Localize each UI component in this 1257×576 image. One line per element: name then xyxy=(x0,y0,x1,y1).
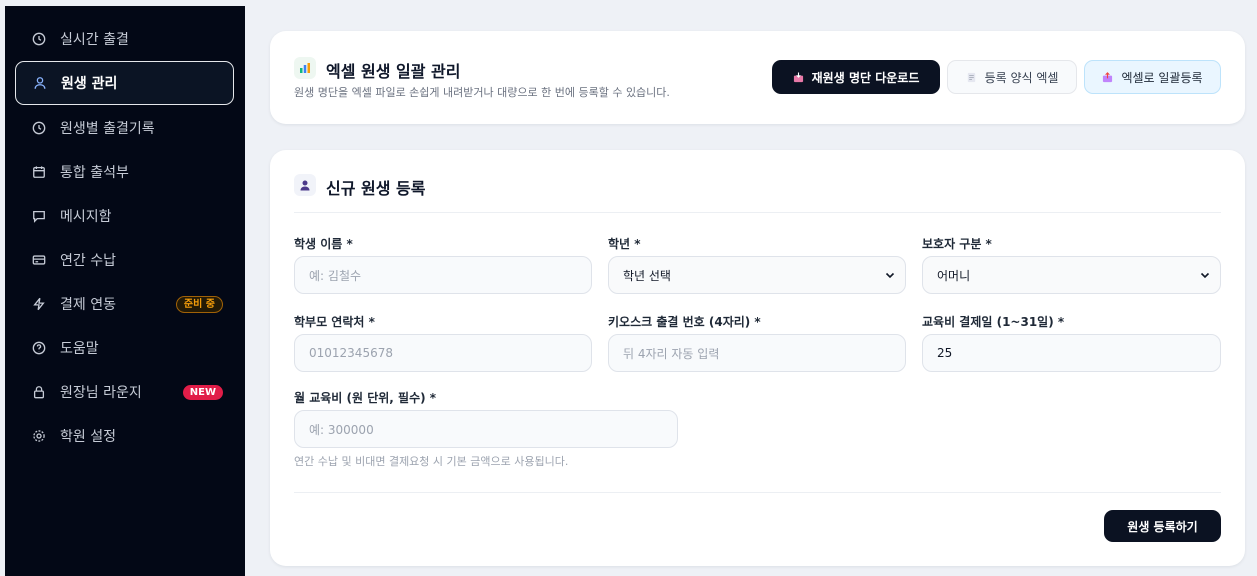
register-card-title: 신규 원생 등록 xyxy=(326,179,426,198)
student-name-label: 학생 이름 * xyxy=(294,237,353,251)
card-icon xyxy=(32,253,46,267)
calendar-icon xyxy=(32,165,46,179)
sidebar-item-label: 원생별 출결기록 xyxy=(60,121,155,137)
monthly-fee-label: 월 교육비 (원 단위, 필수) * xyxy=(294,391,437,405)
sidebar-item-settings[interactable]: 학원 설정 xyxy=(15,414,234,458)
clock-icon xyxy=(32,121,46,135)
kiosk-number-input[interactable]: 뒤 4자리 자동 입력 xyxy=(608,334,906,372)
sidebar-item-label: 결제 연동 xyxy=(60,297,116,313)
register-student-button[interactable]: 원생 등록하기 xyxy=(1104,510,1221,542)
template-excel-button[interactable]: 등록 양식 엑셀 xyxy=(947,60,1077,94)
download-roster-button[interactable]: 재원생 명단 다운로드 xyxy=(772,60,940,94)
excel-card-title: 엑셀 원생 일괄 관리 xyxy=(326,62,461,81)
sidebar: 실시간 출결 원생 관리 원생별 출결기록 통합 출석부 메시지함 연간 수납 … xyxy=(5,6,245,576)
sidebar-item-payment-integration[interactable]: 결제 연동 준비 중 xyxy=(15,282,234,326)
excel-management-card: 엑셀 원생 일괄 관리 원생 명단을 엑셀 파일로 손쉽게 내려받거나 대량으로… xyxy=(270,31,1245,124)
download-roster-label: 재원생 명단 다운로드 xyxy=(811,70,920,85)
bolt-icon xyxy=(32,297,46,311)
chevron-down-icon xyxy=(1200,270,1210,280)
sidebar-item-attendance-records[interactable]: 원생별 출결기록 xyxy=(15,106,234,150)
sidebar-item-label: 학원 설정 xyxy=(60,429,116,445)
parent-phone-label: 학부모 연락처 * xyxy=(294,315,375,329)
new-student-card: 신규 원생 등록 학생 이름 * 예: 김철수 학년 * 학년 선택 보호자 구… xyxy=(270,150,1245,566)
new-badge: NEW xyxy=(182,384,223,400)
parent-phone-input[interactable]: 01012345678 xyxy=(294,334,592,372)
lock-icon xyxy=(32,385,46,399)
monthly-fee-input[interactable]: 예: 300000 xyxy=(294,410,678,448)
payment-day-input[interactable]: 25 xyxy=(922,334,1221,372)
guardian-type-label: 보호자 구분 * xyxy=(922,237,992,251)
guardian-type-value: 어머니 xyxy=(937,268,971,283)
message-icon xyxy=(32,209,46,223)
sidebar-item-label: 연간 수납 xyxy=(60,253,116,269)
sidebar-item-label: 원생 관리 xyxy=(61,76,118,92)
guardian-type-select[interactable]: 어머니 xyxy=(922,256,1221,294)
sidebar-item-messages[interactable]: 메시지함 xyxy=(15,194,234,238)
sidebar-item-label: 통합 출석부 xyxy=(60,165,129,181)
kiosk-number-label: 키오스크 출결 번호 (4자리) * xyxy=(608,315,761,329)
divider xyxy=(294,212,1221,213)
grade-select-value: 학년 선택 xyxy=(623,268,671,283)
users-icon xyxy=(33,76,47,90)
bulk-upload-button[interactable]: 엑셀로 일괄등록 xyxy=(1084,60,1221,94)
template-excel-label: 등록 양식 엑셀 xyxy=(984,70,1059,85)
student-name-input[interactable]: 예: 김철수 xyxy=(294,256,592,294)
sidebar-item-label: 원장님 라운지 xyxy=(60,385,142,401)
spreadsheet-icon xyxy=(294,57,316,79)
chevron-down-icon xyxy=(885,270,895,280)
excel-card-description: 원생 명단을 엑셀 파일로 손쉽게 내려받거나 대량으로 한 번에 등록할 수 … xyxy=(294,86,670,99)
upload-icon xyxy=(1102,71,1113,83)
divider xyxy=(294,492,1221,493)
sidebar-item-live-attendance[interactable]: 실시간 출결 xyxy=(15,17,234,61)
bulk-upload-label: 엑셀로 일괄등록 xyxy=(1121,70,1203,85)
sidebar-item-label: 실시간 출결 xyxy=(60,32,129,48)
student-icon xyxy=(294,174,316,196)
sidebar-item-help[interactable]: 도움말 xyxy=(15,326,234,370)
sidebar-item-roster[interactable]: 통합 출석부 xyxy=(15,150,234,194)
gear-icon xyxy=(32,429,46,443)
help-icon xyxy=(32,341,46,355)
sidebar-item-lounge[interactable]: 원장님 라운지 NEW xyxy=(15,370,234,414)
sidebar-item-label: 도움말 xyxy=(60,341,99,357)
monthly-fee-hint: 연간 수납 및 비대면 결제요청 시 기본 금액으로 사용됩니다. xyxy=(294,455,569,468)
grade-select[interactable]: 학년 선택 xyxy=(608,256,906,294)
sidebar-item-student-management[interactable]: 원생 관리 xyxy=(15,61,234,105)
document-icon xyxy=(966,72,977,83)
status-badge: 준비 중 xyxy=(175,295,223,313)
payment-day-label: 교육비 결제일 (1~31일) * xyxy=(922,315,1065,329)
sidebar-item-annual-payment[interactable]: 연간 수납 xyxy=(15,238,234,282)
download-icon xyxy=(793,71,804,83)
sidebar-item-label: 메시지함 xyxy=(60,209,112,225)
grade-label: 학년 * xyxy=(608,237,641,251)
clock-icon xyxy=(32,32,46,46)
